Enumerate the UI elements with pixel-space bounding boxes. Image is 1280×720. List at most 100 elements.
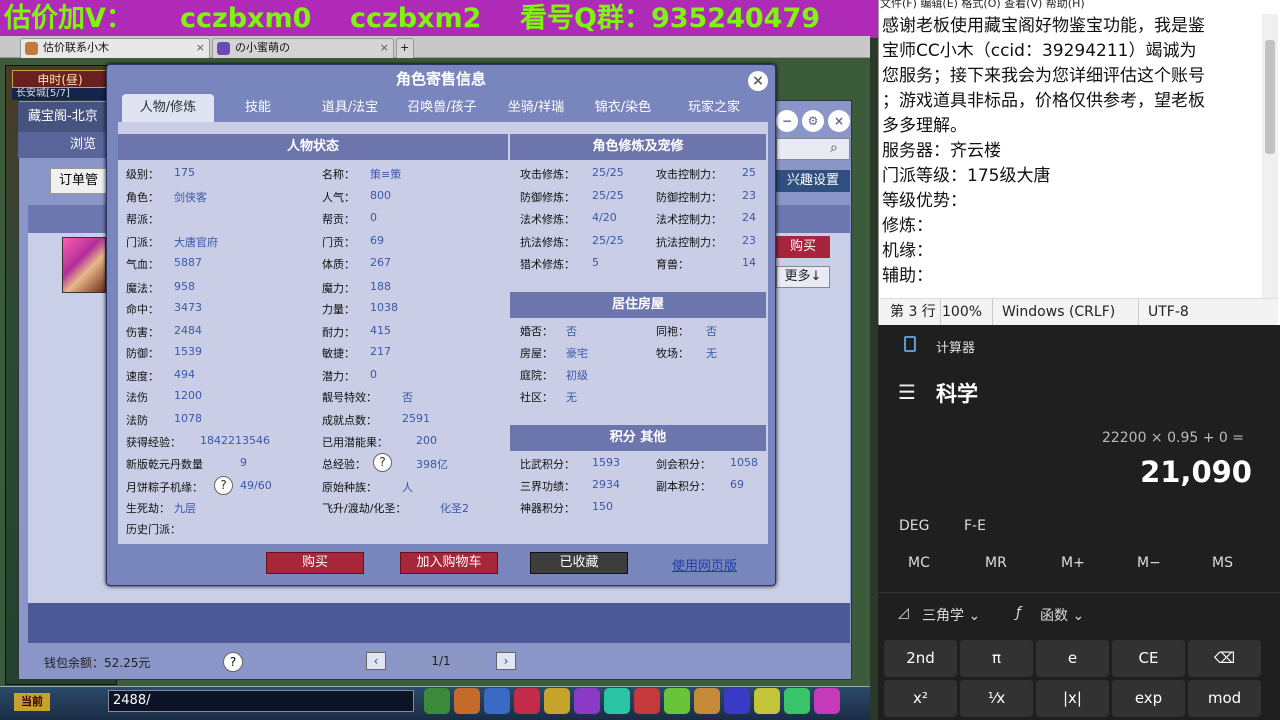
mr-button[interactable]: MR (985, 555, 1007, 571)
stat-value: 1842213546 (200, 434, 270, 447)
fe-button[interactable]: F-E (964, 518, 986, 534)
close-icon[interactable]: × (196, 39, 205, 57)
chat-channel-button[interactable]: 当前 (14, 693, 50, 711)
stat-row: 三界功绩： 2934 (520, 478, 620, 494)
prev-page-button[interactable]: ‹ (366, 652, 386, 670)
toolbar-icon[interactable] (664, 688, 690, 714)
close-icon[interactable]: × (748, 71, 768, 91)
toolbar-icon[interactable] (454, 688, 480, 714)
close-icon[interactable]: × (828, 110, 850, 132)
mod-button[interactable]: mod (1188, 680, 1261, 717)
2nd-button[interactable]: 2nd (884, 640, 957, 677)
stat-label: 体质： (322, 258, 355, 271)
browser-tab-1[interactable]: 估价联系小木 × (20, 38, 210, 58)
tab-pets[interactable]: 召唤兽/孩子 (398, 94, 486, 122)
page-indicator: 1/1 (398, 652, 484, 670)
stat-label: 攻击控制力： (656, 168, 722, 181)
function-dropdown[interactable]: 函数 ⌄ (1040, 605, 1084, 625)
stat-label: 魔法： (126, 282, 159, 295)
character-avatar[interactable] (62, 237, 106, 293)
pi-button[interactable]: π (960, 640, 1033, 677)
tab-skills[interactable]: 技能 (228, 94, 288, 122)
toolbar-icon[interactable] (694, 688, 720, 714)
favicon-icon (25, 42, 38, 55)
list-buy-button[interactable]: 购买 (776, 236, 830, 258)
stat-label: 门派： (126, 236, 159, 249)
ce-button[interactable]: CE (1112, 640, 1185, 677)
reciprocal-button[interactable]: ¹⁄x (960, 680, 1033, 717)
buy-button[interactable]: 购买 (266, 552, 364, 574)
exp-button[interactable]: exp (1112, 680, 1185, 717)
tab-home[interactable]: 玩家之家 (674, 94, 754, 122)
square-button[interactable]: x² (884, 680, 957, 717)
notepad-menu[interactable]: 文件(F) 编辑(E) 格式(O) 查看(V) 帮助(H) (880, 0, 1278, 12)
add-to-cart-button[interactable]: 加入购物车 (400, 552, 498, 574)
stat-row: 生死劫： 九层 (126, 500, 196, 516)
stat-value: 69 (730, 478, 744, 491)
toolbar-icon[interactable] (574, 688, 600, 714)
help-icon[interactable]: ? (373, 453, 392, 472)
web-version-link[interactable]: 使用网页版 (672, 555, 737, 574)
stat-label: 育兽： (656, 258, 689, 271)
backspace-button[interactable]: ⌫ (1188, 640, 1261, 677)
stat-label: 角色： (126, 191, 159, 204)
toolbar-icon[interactable] (544, 688, 570, 714)
stat-label: 副本积分： (656, 480, 711, 493)
stat-label: 比武积分： (520, 458, 575, 471)
interest-settings-button[interactable]: 兴趣设置 (776, 170, 850, 192)
favorited-button[interactable]: 已收藏 (530, 552, 628, 574)
toolbar-icon[interactable] (514, 688, 540, 714)
toolbar-icon[interactable] (724, 688, 750, 714)
toolbar-icon[interactable] (424, 688, 450, 714)
more-button[interactable]: 更多↓ (776, 266, 830, 288)
stat-value: 14 (742, 256, 756, 269)
hamburger-menu-icon[interactable]: ☰ (898, 380, 916, 404)
deg-button[interactable]: DEG (899, 518, 929, 534)
help-icon[interactable]: ? (223, 652, 243, 672)
toolbar-icon[interactable] (604, 688, 630, 714)
minimize-icon[interactable]: − (776, 110, 798, 132)
toolbar-icon[interactable] (814, 688, 840, 714)
tab-outfits[interactable]: 锦衣/染色 (586, 94, 660, 122)
close-icon[interactable]: × (380, 39, 389, 57)
mc-button[interactable]: MC (908, 555, 930, 571)
abs-button[interactable]: |x| (1036, 680, 1109, 717)
stat-value: 1539 (174, 345, 202, 358)
stat-row: 剑会积分： 1058 (656, 456, 758, 472)
ms-button[interactable]: MS (1212, 555, 1233, 571)
notepad-text-area[interactable]: 感谢老板使用藏宝阁好物鉴宝功能，我是鉴 宝师CC小木（ccid：39294211… (882, 14, 1258, 289)
toolbar-icon[interactable] (634, 688, 660, 714)
tab-character[interactable]: 人物/修炼 (122, 94, 214, 122)
stream-banner: 估价加V： cczbxm0 cczbxm2 看号Q群：935240479 (0, 0, 878, 38)
browser-tab-2[interactable]: の小蜜萌の × (212, 38, 394, 58)
search-icon[interactable]: ⌕ (830, 140, 838, 156)
next-page-button[interactable]: › (496, 652, 516, 670)
stat-label: 剑会积分： (656, 458, 711, 471)
m-minus-button[interactable]: M− (1137, 555, 1161, 571)
toolbar-icon[interactable] (754, 688, 780, 714)
cbg-nav-browse[interactable]: 浏览 (18, 132, 118, 158)
toolbar-icon[interactable] (484, 688, 510, 714)
banner-text-2: cczbxm0 (180, 3, 312, 34)
search-input[interactable] (776, 138, 850, 160)
cbg-list-footer (28, 603, 850, 643)
trig-dropdown[interactable]: 三角学 ⌄ (922, 605, 980, 625)
toolbar-icon[interactable] (784, 688, 810, 714)
stat-value: 初级 (566, 369, 588, 382)
stat-label: 三界功绩： (520, 480, 575, 493)
tab-items[interactable]: 道具/法宝 (308, 94, 392, 122)
banner-text-4: 看号Q群：935240479 (520, 3, 821, 34)
stat-row: 副本积分： 69 (656, 478, 744, 494)
help-icon[interactable]: ? (214, 476, 233, 495)
new-tab-button[interactable]: + (396, 38, 414, 58)
m-plus-button[interactable]: M+ (1061, 555, 1085, 571)
stat-row: 帮派： (126, 211, 159, 227)
stat-row: 门派： 大唐官府 (126, 234, 218, 250)
settings-icon[interactable]: ⚙ (802, 110, 824, 132)
notepad-status-bar: 第 3 行 100% Windows (CRLF) UTF-8 (880, 298, 1278, 326)
e-button[interactable]: e (1036, 640, 1109, 677)
stat-label: 获得经验： (126, 436, 181, 449)
notepad-scroll-thumb[interactable] (1265, 40, 1275, 154)
tab-mounts[interactable]: 坐骑/祥瑞 (494, 94, 578, 122)
chat-input[interactable]: 2488/ (108, 690, 414, 712)
